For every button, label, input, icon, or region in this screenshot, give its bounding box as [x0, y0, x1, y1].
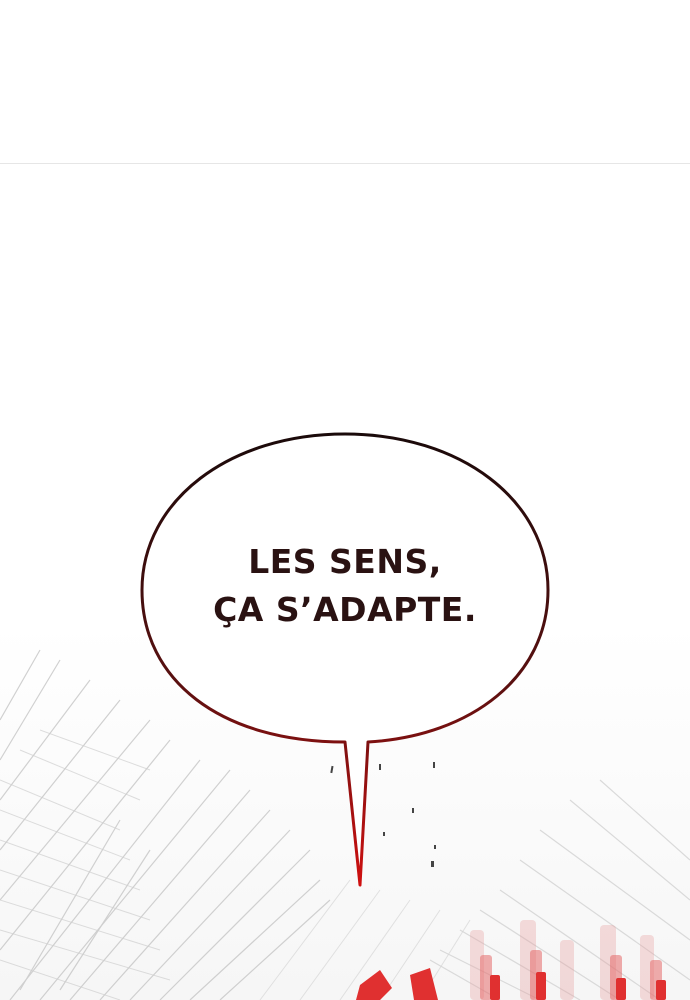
speech-bubble-text: LES SENS, ÇA S’ADAPTE. [170, 538, 520, 634]
panel-artwork [0, 432, 690, 1000]
crosshatch-lines-left [0, 729, 171, 1000]
debris-specks [330, 762, 436, 867]
comic-page: LES SENS, ÇA S’ADAPTE. [0, 0, 690, 1000]
speech-bubble [140, 432, 550, 887]
speech-line-1: LES SENS, [248, 542, 442, 581]
speech-line-2: ÇA S’ADAPTE. [213, 590, 477, 629]
